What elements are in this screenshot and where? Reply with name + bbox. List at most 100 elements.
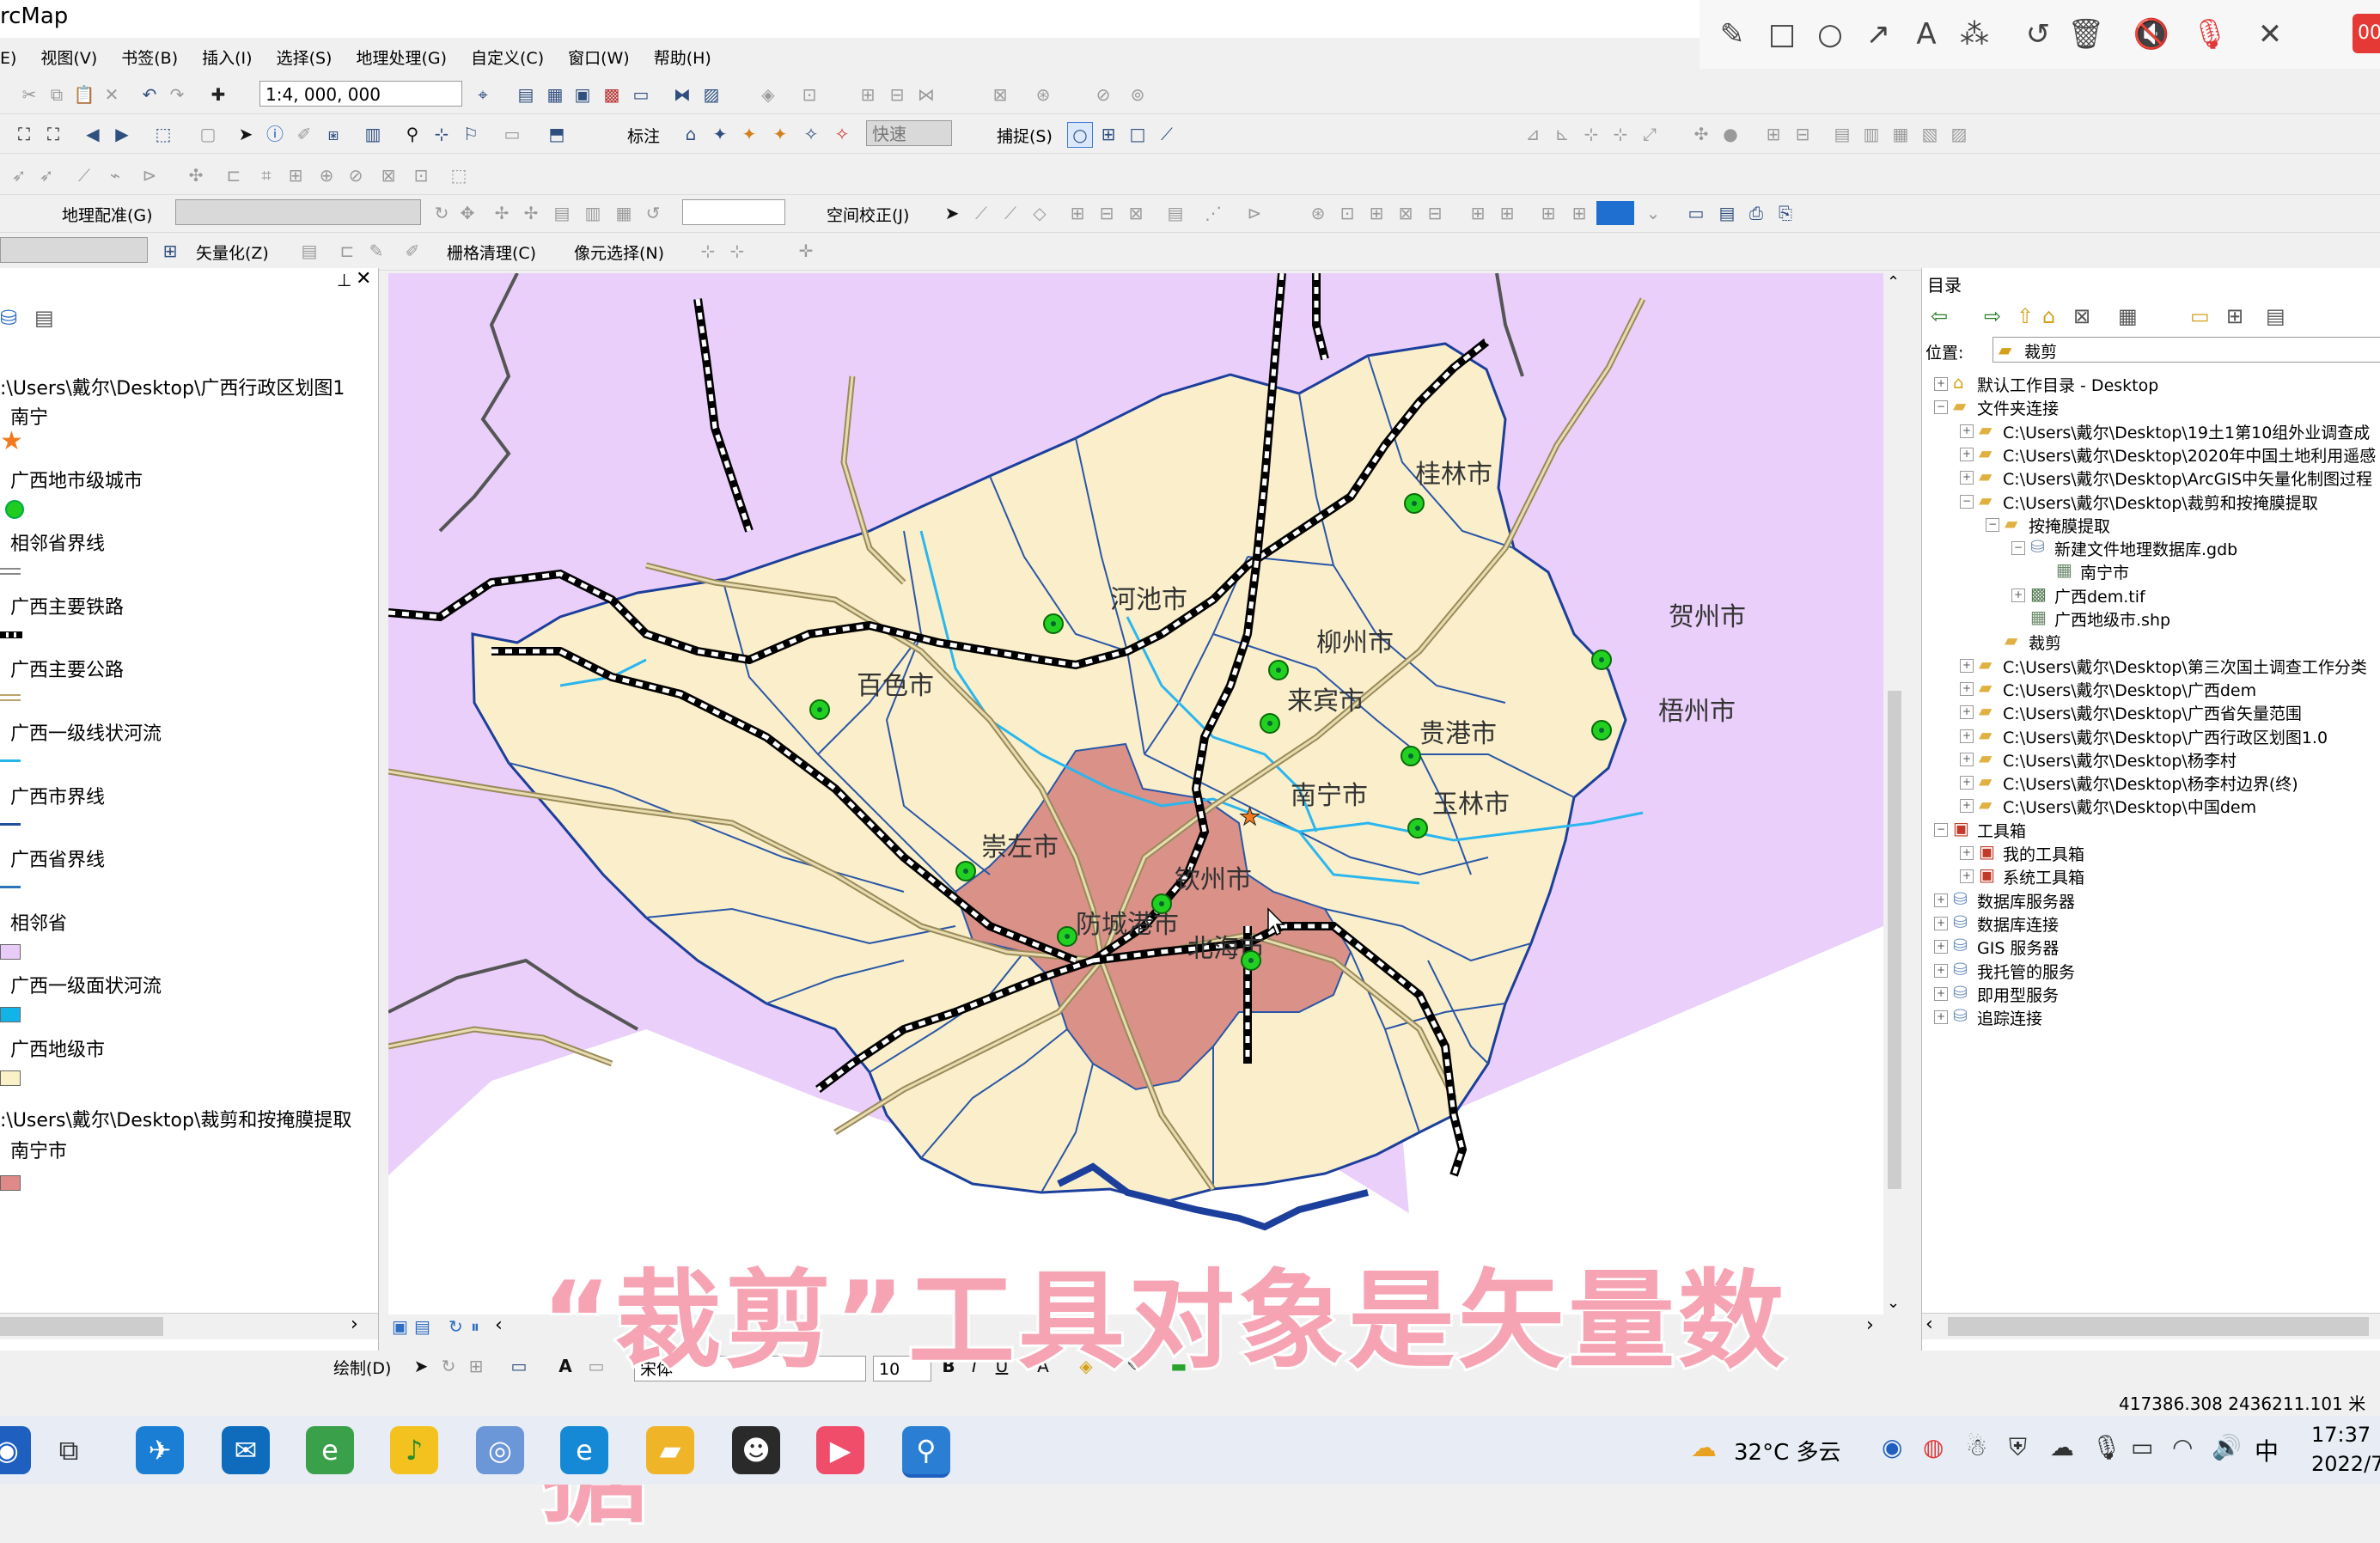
forward-extent-icon[interactable]: ▶: [110, 122, 134, 146]
layer-name[interactable]: 广西市界线: [10, 782, 105, 809]
sketch-tool-8-icon[interactable]: ⌗: [254, 163, 278, 187]
control-point-icon[interactable]: ✢: [519, 201, 543, 225]
scroll-left-icon[interactable]: ‹: [495, 1314, 503, 1336]
magic-wand-icon[interactable]: ⁂: [1956, 15, 1993, 53]
menu-customize[interactable]: 自定义(C): [459, 41, 556, 76]
label-priority-icon[interactable]: ✦: [708, 122, 732, 146]
topology-tool-1-icon[interactable]: ⊞: [856, 82, 880, 107]
tray-cloud-icon[interactable]: ☁: [2050, 1433, 2074, 1461]
edit-tool-6-icon[interactable]: ✣: [1689, 122, 1713, 146]
volume-icon[interactable]: 🔊: [2212, 1433, 2242, 1461]
catalog-item[interactable]: 工具箱: [1977, 819, 2026, 842]
tray-mic-icon[interactable]: 🎙: [2091, 1433, 2122, 1461]
zoom-out-fixed-icon[interactable]: ⛶: [41, 122, 65, 146]
adjust-option-icon[interactable]: ⊳: [1242, 201, 1266, 225]
html-popup-icon[interactable]: ✐: [292, 122, 316, 146]
expand-icon[interactable]: +: [1934, 377, 1948, 391]
sketch-tool-2-icon[interactable]: ➶: [34, 163, 58, 187]
expand-icon[interactable]: +: [1960, 424, 1974, 438]
cell-select-b-icon[interactable]: ⊹: [725, 239, 749, 263]
speaker-muted-icon[interactable]: 🔇: [2133, 15, 2170, 53]
catalog-item[interactable]: 我的工具箱: [2003, 842, 2084, 865]
catalog-item[interactable]: C:\Users\戴尔\Desktop\裁剪和按掩膜提取: [2003, 491, 2318, 514]
collapse-icon[interactable]: −: [1960, 494, 1974, 509]
sketch-tool-13-icon[interactable]: ⊡: [409, 163, 433, 187]
map-view[interactable]: 桂林市 河池市 贺州市 柳州市 百色市 来宾市 梧州市 贵港市 南宁市 玉林市 崇左市 钦州市 防城港市…: [388, 273, 1883, 1339]
catalog-item[interactable]: 广西地级市.shp: [2054, 607, 2170, 631]
up-folder-icon[interactable]: ⇧: [2017, 304, 2034, 328]
catalog-item[interactable]: 默认工作目录 - Desktop: [1977, 373, 2158, 396]
topology-g-icon[interactable]: ⊞: [1495, 201, 1519, 225]
lock-labels-icon[interactable]: ✦: [768, 122, 792, 146]
cell-selection-menu[interactable]: 像元选择(N): [574, 241, 664, 264]
task-view-icon[interactable]: ⧉: [45, 1426, 93, 1474]
catalog-item[interactable]: 裁剪: [2029, 631, 2061, 654]
scroll-thumb[interactable]: [1948, 1317, 2369, 1336]
search-window-icon[interactable]: ▣: [571, 82, 595, 107]
pencil-icon[interactable]: ✎: [1713, 15, 1751, 53]
trash-icon[interactable]: 🗑: [2067, 15, 2105, 53]
start-icon[interactable]: ◉: [0, 1426, 31, 1474]
topology-e-icon[interactable]: ⊟: [1423, 201, 1447, 225]
menu-geoprocessing[interactable]: 地理处理(G): [344, 41, 459, 76]
layer-name[interactable]: 广西地市级城市: [10, 466, 143, 493]
sketch-tool-14-icon[interactable]: ⬚: [447, 163, 471, 187]
catalog-item[interactable]: GIS 服务器: [1977, 936, 2059, 959]
topology-tool-5-icon[interactable]: ⊛: [1031, 82, 1055, 107]
end-snapping-icon[interactable]: ⊞: [1096, 122, 1120, 146]
layout-page-icon[interactable]: ▤: [1715, 201, 1739, 225]
georef-tool-a-icon[interactable]: ▥: [581, 201, 605, 225]
view-link-table-icon[interactable]: ▤: [550, 201, 574, 225]
back-extent-icon[interactable]: ◀: [81, 122, 105, 146]
attribute-transfer-icon[interactable]: ▤: [1163, 201, 1187, 225]
map-vertical-scrollbar[interactable]: ⌃ ⌄: [1885, 273, 1904, 1339]
expand-icon[interactable]: +: [1960, 658, 1974, 673]
clock-date[interactable]: 2022/7/: [2311, 1452, 2380, 1476]
sketch-tool-3-icon[interactable]: ⟋: [72, 163, 96, 187]
menu-view[interactable]: 视图(V): [28, 41, 109, 76]
catalog-item[interactable]: 即用型服务: [1977, 983, 2059, 1006]
menu-insert[interactable]: 插入(I): [190, 41, 264, 76]
arrow-icon[interactable]: ↗: [1859, 15, 1897, 53]
sketch-tool-9-icon[interactable]: ⊞: [284, 163, 308, 187]
draw-menu[interactable]: 绘制(D): [333, 1356, 391, 1379]
model-builder-icon[interactable]: ⧓: [670, 82, 694, 107]
menu-help[interactable]: 帮助(H): [642, 41, 723, 76]
expand-icon[interactable]: +: [1934, 916, 1948, 930]
battery-icon[interactable]: ▭: [2131, 1433, 2153, 1461]
topology-h-icon[interactable]: ⊞: [1536, 201, 1560, 225]
raster-fill-icon[interactable]: ✐: [400, 239, 424, 263]
expand-icon[interactable]: +: [1960, 846, 1974, 860]
menu-windows[interactable]: 窗口(W): [556, 41, 642, 76]
table-of-contents-icon[interactable]: ▤: [514, 82, 538, 107]
collapse-icon[interactable]: −: [1934, 400, 1948, 415]
add-control-points-icon[interactable]: ✢: [490, 201, 514, 225]
sketch-tool-10-icon[interactable]: ⊕: [314, 163, 339, 187]
close-icon[interactable]: ✕: [356, 268, 371, 290]
expand-icon[interactable]: +: [1934, 893, 1948, 907]
layout-view-icon[interactable]: ▤: [414, 1316, 430, 1337]
shift-icon[interactable]: ✥: [455, 201, 479, 225]
cut-icon[interactable]: ✂: [17, 82, 41, 107]
topology-tool-6-icon[interactable]: ⊘: [1091, 82, 1115, 107]
expand-icon[interactable]: +: [1934, 940, 1948, 954]
wifi-icon[interactable]: ◠: [2172, 1433, 2193, 1461]
catalog-item[interactable]: C:\Users\戴尔\Desktop\ArcGIS中矢量化制图过程: [2003, 467, 2372, 490]
multi-link-icon[interactable]: ◇: [1028, 201, 1052, 225]
file-explorer-icon[interactable]: ▰: [646, 1426, 694, 1474]
scroll-left-icon[interactable]: ‹: [1925, 1314, 1933, 1335]
tray-app-2-icon[interactable]: ◍: [1923, 1433, 1944, 1461]
catalog-item[interactable]: 系统工具箱: [2003, 865, 2084, 888]
scroll-down-icon[interactable]: ⌄: [1887, 1294, 1900, 1312]
media-player-icon[interactable]: ♪: [390, 1426, 438, 1474]
hyperlink-icon[interactable]: ⧆: [321, 122, 345, 146]
scroll-up-icon[interactable]: ⌃: [1887, 273, 1900, 291]
draw-mode-combo[interactable]: 快速: [866, 120, 952, 146]
copy-icon[interactable]: ⧉: [45, 82, 69, 107]
scale-combo[interactable]: 1:4, 000, 000: [259, 81, 462, 107]
add-data-icon[interactable]: ✚: [206, 82, 230, 107]
select-elements-icon[interactable]: ➤: [234, 122, 258, 146]
rotate-element-icon[interactable]: ↻: [436, 1354, 461, 1378]
connect-folder-icon[interactable]: ⊠: [2073, 304, 2090, 328]
sketch-tool-12-icon[interactable]: ⊠: [376, 163, 400, 187]
